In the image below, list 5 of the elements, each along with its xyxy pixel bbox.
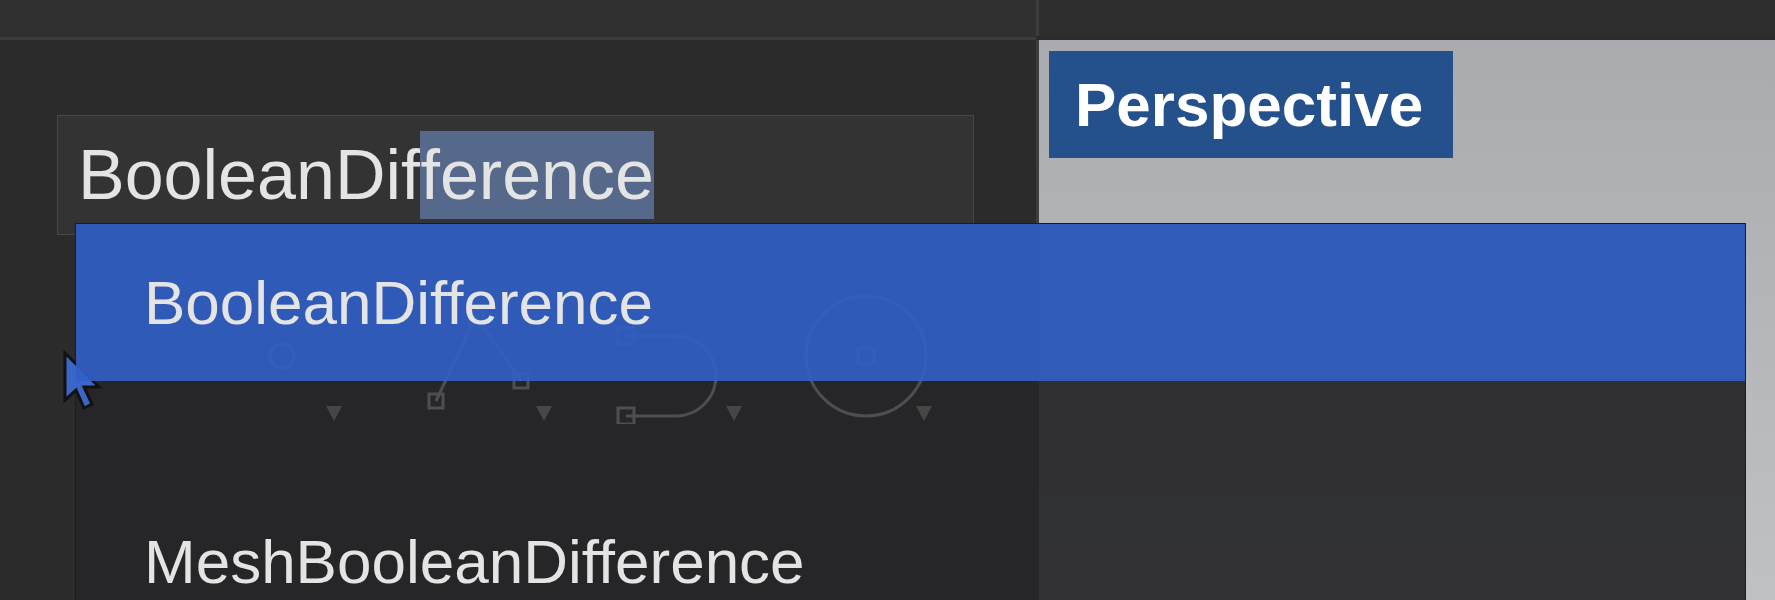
autocomplete-item[interactable]: MeshBooleanDifference: [76, 531, 1745, 593]
command-field[interactable]: BooleanDifference: [57, 115, 974, 235]
mouse-cursor-icon: [62, 350, 102, 410]
autocomplete-item[interactable]: BooleanDifference: [76, 224, 1745, 381]
viewport-label[interactable]: Perspective: [1049, 51, 1454, 158]
